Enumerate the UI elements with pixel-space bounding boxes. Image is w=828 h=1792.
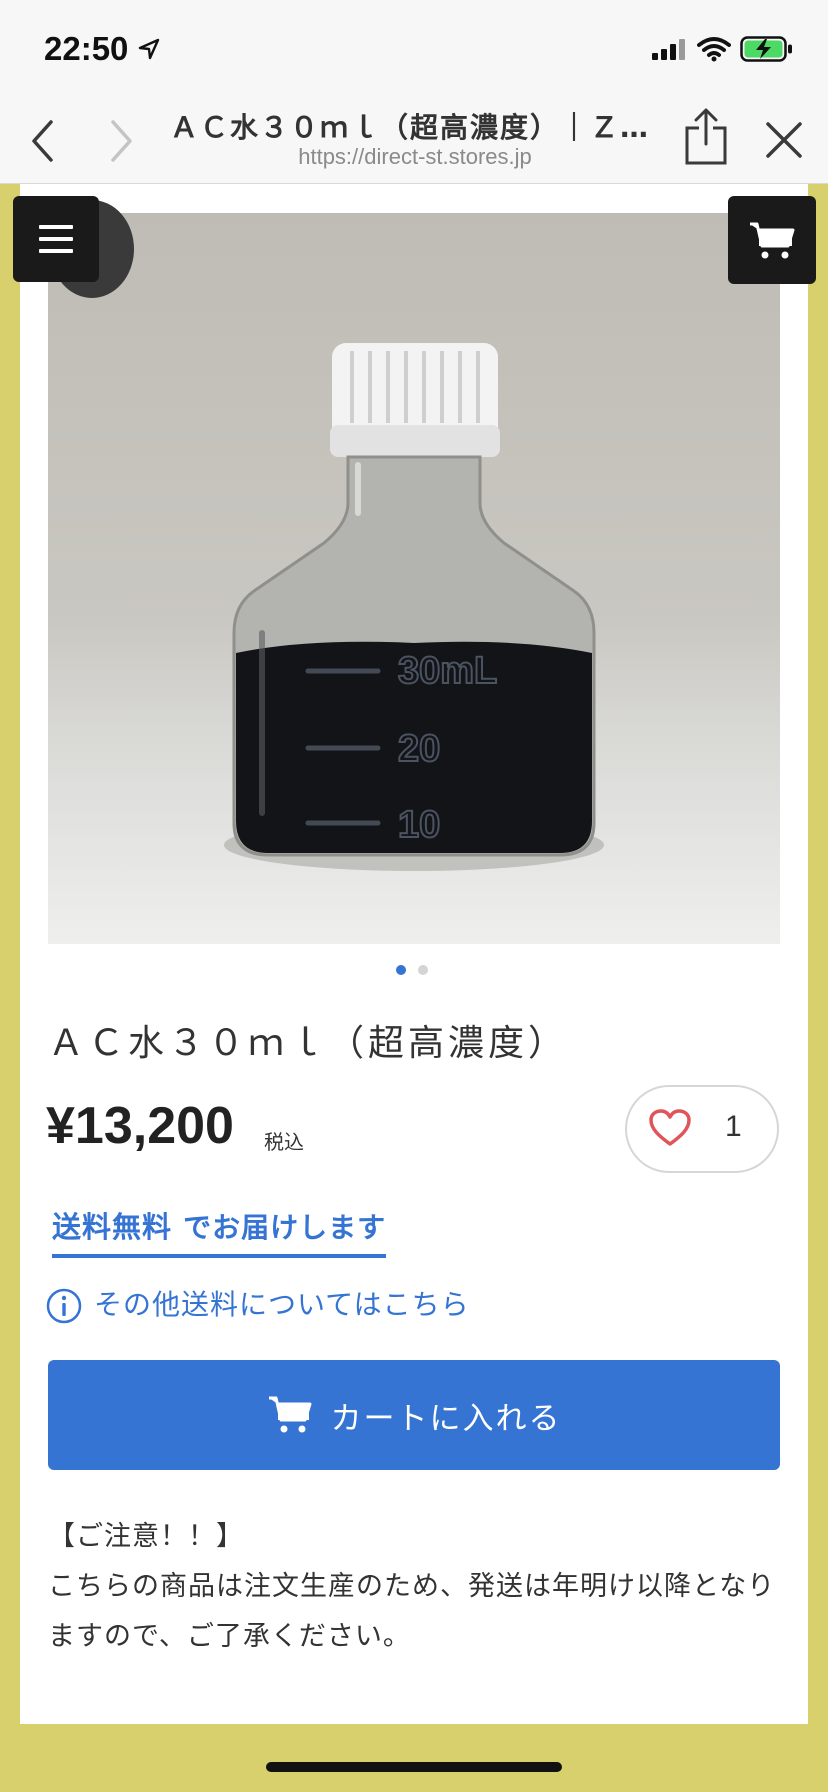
- info-icon: [46, 1288, 82, 1324]
- chevron-left-icon: [32, 120, 53, 162]
- battery-charging-icon: [740, 36, 792, 62]
- graduation-10: 10: [398, 804, 440, 846]
- page-url[interactable]: https://direct-st.stores.jp: [170, 144, 660, 170]
- share-icon: [685, 108, 727, 165]
- chevron-right-icon: [111, 120, 132, 162]
- cart-icon: [268, 1396, 311, 1433]
- status-time: 22:50: [44, 30, 129, 67]
- product-bottle-photo: 30mL 20 10: [224, 343, 604, 871]
- page-title: ＡＣ水３０ｍｌ（超高濃度）｜ＺＥＮ…: [170, 111, 660, 144]
- product-price: ¥13,200: [46, 1097, 234, 1155]
- free-shipping-label: 送料無料: [52, 1210, 173, 1244]
- menu-button[interactable]: [13, 196, 99, 282]
- favorite-count: 1: [725, 1110, 742, 1143]
- cart-icon: [750, 222, 795, 259]
- tax-label: 税込: [264, 1130, 304, 1154]
- add-to-cart-button[interactable]: カートに入れる: [48, 1360, 780, 1470]
- forward-button[interactable]: [100, 118, 140, 164]
- free-shipping-notice: 送料無料 でお届けします: [52, 1204, 387, 1258]
- notice-heading: 【ご注意！！】: [48, 1521, 244, 1552]
- hamburger-menu-icon: [39, 225, 73, 253]
- back-button[interactable]: [24, 118, 64, 164]
- close-button[interactable]: [764, 120, 804, 164]
- heart-icon: [649, 1109, 691, 1146]
- location-arrow-icon: [138, 38, 160, 60]
- page-content: 30mL 20 10 ＡＣ水３０ｍｌ（超高濃度） ¥13,200 税込 1 送料…: [20, 184, 808, 1724]
- order-notice: 【ご注意！！】 こちらの商品は注文生産のため、発送は年明け以降となりますので、ご…: [48, 1512, 778, 1662]
- graduation-20: 20: [398, 728, 440, 770]
- pagination-dot-1[interactable]: [396, 965, 406, 975]
- product-image[interactable]: 30mL 20 10: [48, 213, 780, 944]
- browser-chrome: 22:50 ＡＣ水３０ｍｌ（超高濃度）｜ＺＥＮ… https://direct-…: [0, 0, 828, 184]
- pagination-dot-2[interactable]: [418, 965, 428, 975]
- other-shipping-link[interactable]: その他送料についてはこちら: [46, 1283, 470, 1324]
- image-pagination: [396, 960, 440, 979]
- close-icon: [766, 122, 802, 158]
- other-shipping-text: その他送料についてはこちら: [94, 1288, 470, 1321]
- notice-body: こちらの商品は注文生産のため、発送は年明け以降となりますので、ご了承ください。: [48, 1571, 776, 1652]
- graduation-30ml: 30mL: [398, 650, 497, 692]
- header-cart-button[interactable]: [728, 196, 816, 284]
- product-name: ＡＣ水３０ｍｌ（超高濃度）: [48, 1023, 569, 1064]
- wifi-icon: [697, 37, 731, 62]
- favorite-button[interactable]: 1: [625, 1085, 779, 1173]
- add-to-cart-label: カートに入れる: [330, 1400, 562, 1437]
- cellular-signal-icon: [652, 39, 685, 60]
- home-indicator[interactable]: [266, 1762, 562, 1772]
- share-button[interactable]: [684, 108, 728, 170]
- free-shipping-suffix: でお届けします: [183, 1211, 387, 1244]
